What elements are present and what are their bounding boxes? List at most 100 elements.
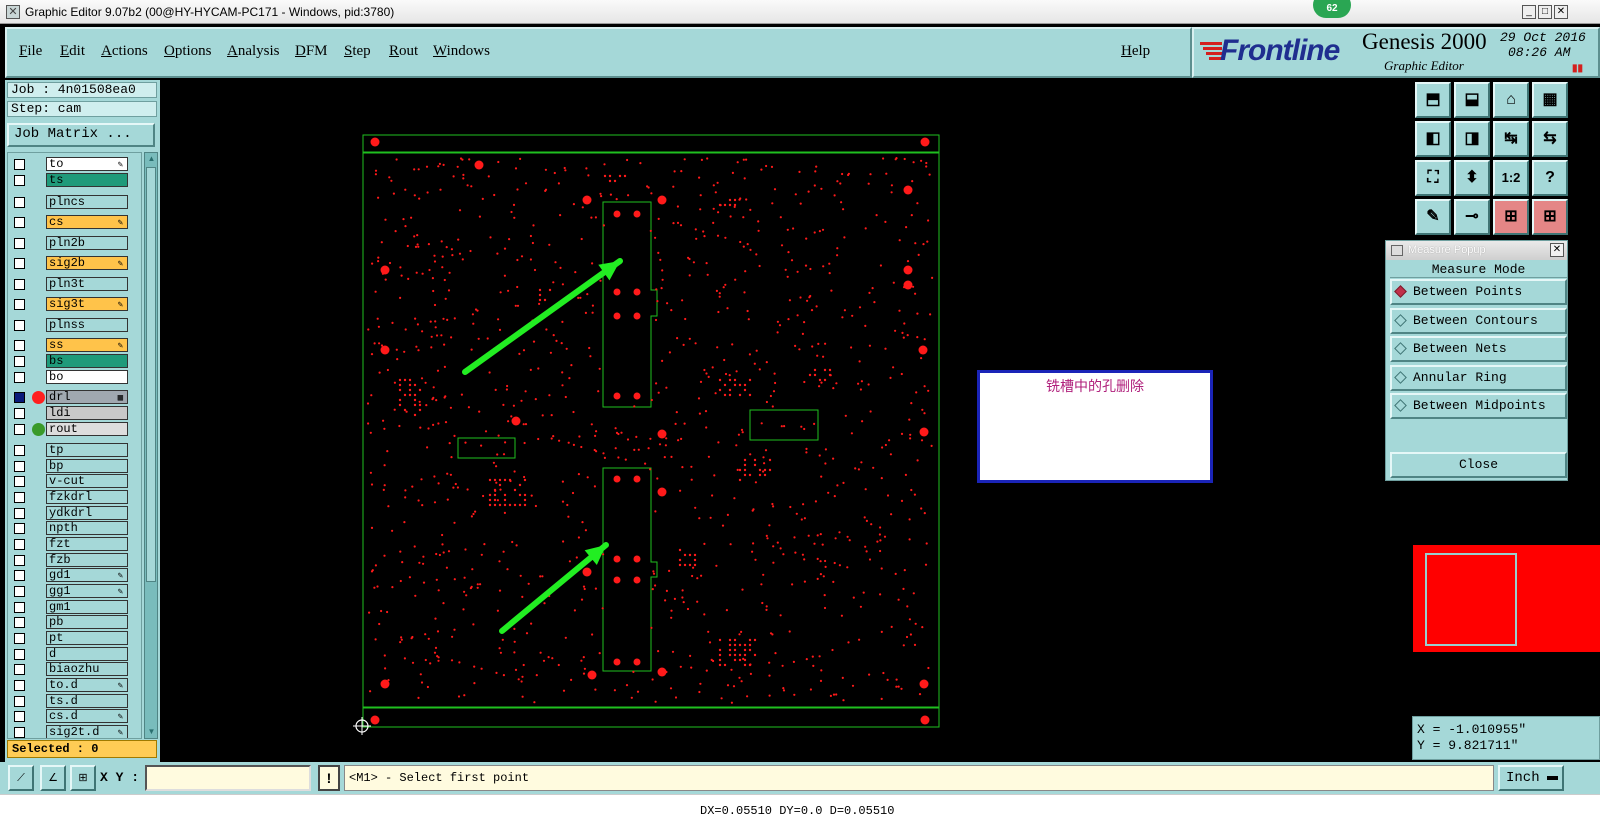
layer-checkbox[interactable] bbox=[14, 476, 25, 487]
layer-checkbox[interactable] bbox=[14, 238, 25, 249]
menu-windows[interactable]: Windows bbox=[433, 43, 490, 60]
layer-row-bp[interactable]: bp bbox=[10, 459, 141, 474]
scale-1-2-icon[interactable]: 1:2 bbox=[1493, 160, 1529, 196]
minimize-button[interactable]: _ bbox=[1522, 5, 1536, 19]
home-icon[interactable]: ⌂ bbox=[1493, 82, 1529, 118]
layer-checkbox[interactable] bbox=[14, 392, 25, 403]
layer-name[interactable]: bo bbox=[46, 370, 128, 384]
layer-name[interactable]: cs.d ✎ bbox=[46, 709, 128, 723]
layer-checkbox[interactable] bbox=[14, 570, 25, 581]
zoom-out-icon[interactable]: ⬓ bbox=[1454, 82, 1490, 118]
close-button[interactable]: ✕ bbox=[1554, 5, 1568, 19]
layer-checkbox[interactable] bbox=[14, 539, 25, 550]
layer-name[interactable]: sig2t.d ✎ bbox=[46, 725, 128, 738]
layer-checkbox[interactable] bbox=[14, 258, 25, 269]
pause-icon[interactable]: ▮▮ bbox=[1572, 63, 1583, 74]
layer-name[interactable]: npth bbox=[46, 521, 128, 535]
popup-close-icon[interactable]: ✕ bbox=[1550, 243, 1564, 257]
edit-tool-icon[interactable]: ✎ bbox=[1415, 199, 1451, 235]
layer-row-ldi[interactable]: ldi bbox=[10, 406, 141, 421]
pan-right-icon[interactable]: ◨ bbox=[1454, 121, 1490, 157]
layer-b-icon[interactable]: ⊞ bbox=[1532, 199, 1568, 235]
layer-checkbox[interactable] bbox=[14, 445, 25, 456]
graphic-canvas[interactable] bbox=[160, 80, 1412, 764]
layer-name[interactable]: sig2b ✎ bbox=[46, 256, 128, 270]
measure-option-between-contours[interactable]: Between Contours bbox=[1390, 308, 1567, 334]
layer-row-gm1[interactable]: gm1 bbox=[10, 600, 141, 615]
layer-name[interactable]: ydkdrl bbox=[46, 506, 128, 520]
maximize-button[interactable]: □ bbox=[1538, 5, 1552, 19]
layer-row-ts-d[interactable]: ts.d bbox=[10, 694, 141, 709]
layer-name[interactable]: gm1 bbox=[46, 600, 128, 614]
layer-checkbox[interactable] bbox=[14, 664, 25, 675]
grid-view-icon[interactable]: ▦ bbox=[1532, 82, 1568, 118]
layer-row-cs[interactable]: cs ✎ bbox=[10, 215, 141, 230]
layer-checkbox[interactable] bbox=[14, 727, 25, 738]
measure-option-between-nets[interactable]: Between Nets bbox=[1390, 336, 1567, 362]
layer-name[interactable]: plncs bbox=[46, 195, 128, 209]
layer-name[interactable]: drl ▦ bbox=[46, 390, 128, 404]
minimap-viewport[interactable] bbox=[1425, 553, 1517, 646]
menu-dfm[interactable]: DFM bbox=[295, 43, 328, 60]
measure-option-annular-ring[interactable]: Annular Ring bbox=[1390, 365, 1567, 391]
layer-checkbox[interactable] bbox=[14, 217, 25, 228]
menu-help[interactable]: Help bbox=[1121, 43, 1150, 60]
layer-name[interactable]: d bbox=[46, 647, 128, 661]
flip-icon[interactable]: ⇆ bbox=[1532, 121, 1568, 157]
layer-checkbox[interactable] bbox=[14, 408, 25, 419]
layer-row-sig2t-d[interactable]: sig2t.d ✎ bbox=[10, 725, 141, 738]
layer-row-tp[interactable]: tp bbox=[10, 443, 141, 458]
layer-row-biaozhu[interactable]: biaozhu bbox=[10, 662, 141, 677]
layer-checkbox[interactable] bbox=[14, 492, 25, 503]
layer-name[interactable]: to ✎ bbox=[46, 157, 128, 171]
layer-row-cs-d[interactable]: cs.d ✎ bbox=[10, 709, 141, 724]
job-matrix-button[interactable]: Job Matrix ... bbox=[7, 123, 155, 147]
menu-options[interactable]: Options bbox=[164, 43, 212, 60]
measure-close-button[interactable]: Close bbox=[1390, 452, 1567, 478]
layer-row-npth[interactable]: npth bbox=[10, 521, 141, 536]
layer-checkbox[interactable] bbox=[14, 299, 25, 310]
layer-row-pln3t[interactable]: pln3t bbox=[10, 277, 141, 292]
layer-name[interactable]: biaozhu bbox=[46, 662, 128, 676]
layer-name[interactable]: ts bbox=[46, 173, 128, 187]
measure-option-between-midpoints[interactable]: Between Midpoints bbox=[1390, 393, 1567, 419]
layer-row-pb[interactable]: pb bbox=[10, 615, 141, 630]
scroll-thumb[interactable] bbox=[146, 167, 156, 582]
layer-checkbox[interactable] bbox=[14, 279, 25, 290]
layer-checkbox[interactable] bbox=[14, 602, 25, 613]
layer-name[interactable]: pln3t bbox=[46, 277, 128, 291]
layer-row-bs[interactable]: bs bbox=[10, 354, 141, 369]
snap-tool-icon[interactable]: ⊸ bbox=[1454, 199, 1490, 235]
layer-row-drl[interactable]: drl ▦ bbox=[10, 390, 141, 405]
alert-button[interactable]: ! bbox=[318, 765, 340, 791]
layer-checkbox[interactable] bbox=[14, 197, 25, 208]
layer-checkbox[interactable] bbox=[14, 633, 25, 644]
layer-row-sig3t[interactable]: sig3t ✎ bbox=[10, 297, 141, 312]
notification-badge[interactable]: 62 bbox=[1313, 0, 1351, 18]
grid-icon[interactable]: ⊞ bbox=[70, 765, 96, 791]
layer-name[interactable]: pln2b bbox=[46, 236, 128, 250]
layer-name[interactable]: fzkdrl bbox=[46, 490, 128, 504]
menu-file[interactable]: File bbox=[19, 43, 42, 60]
menu-actions[interactable]: Actions bbox=[101, 43, 148, 60]
layer-name[interactable]: to.d ✎ bbox=[46, 678, 128, 692]
layer-checkbox[interactable] bbox=[14, 175, 25, 186]
layer-checkbox[interactable] bbox=[14, 680, 25, 691]
layer-name[interactable]: fzt bbox=[46, 537, 128, 551]
layer-name[interactable]: sig3t ✎ bbox=[46, 297, 128, 311]
xy-input[interactable] bbox=[145, 765, 311, 791]
center-icon[interactable]: ⬍ bbox=[1454, 160, 1490, 196]
layer-name[interactable]: cs ✎ bbox=[46, 215, 128, 229]
menu-analysis[interactable]: Analysis bbox=[227, 43, 280, 60]
layer-row-gd1[interactable]: gd1 ✎ bbox=[10, 568, 141, 583]
layer-name[interactable]: bp bbox=[46, 459, 128, 473]
help-icon[interactable]: ? bbox=[1532, 160, 1568, 196]
layer-row-plnss[interactable]: plnss bbox=[10, 318, 141, 333]
layer-checkbox[interactable] bbox=[14, 320, 25, 331]
menu-edit[interactable]: Edit bbox=[60, 43, 85, 60]
layer-name[interactable]: tp bbox=[46, 443, 128, 457]
layer-row-fzkdrl[interactable]: fzkdrl bbox=[10, 490, 141, 505]
layer-row-v-cut[interactable]: v-cut bbox=[10, 474, 141, 489]
layer-checkbox[interactable] bbox=[14, 340, 25, 351]
layer-name[interactable]: fzb bbox=[46, 553, 128, 567]
